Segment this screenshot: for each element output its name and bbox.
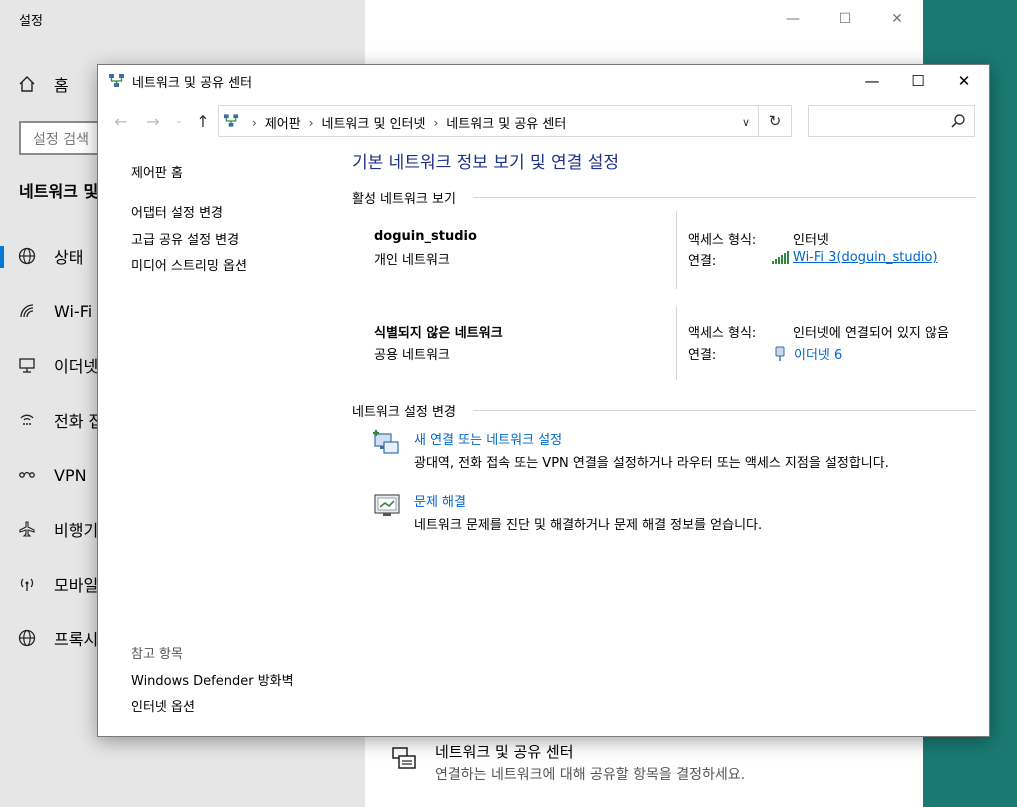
connection-link[interactable]: 이더넷 6 (774, 344, 842, 363)
nav-label: 상태 (54, 248, 84, 267)
ethernet-icon (0, 356, 54, 374)
new-connection-description: 광대역, 전화 접속 또는 VPN 연결을 설정하거나 라우터 또는 액세스 지… (414, 456, 889, 471)
forward-arrow-icon[interactable]: → (142, 109, 164, 133)
access-type-value: 인터넷 (793, 233, 829, 248)
media-streaming-options-link[interactable]: 미디어 스트리밍 옵션 (131, 255, 247, 274)
chevron-down-icon[interactable]: ∨ (735, 111, 757, 133)
control-panel-home-link[interactable]: 제어판 홈 (131, 162, 183, 181)
nav-label: VPN (54, 465, 87, 485)
maximize-icon[interactable]: ☐ (832, 6, 858, 32)
airplane-icon (0, 520, 54, 538)
proxy-globe-icon (0, 629, 54, 647)
bottom-item-title: 네트워크 및 공유 센터 (435, 743, 574, 761)
settings-section-title: 네트워크 및 (19, 182, 99, 201)
bottom-item-description: 연결하는 네트워크에 대해 공유할 항목을 결정하세요. (435, 767, 746, 783)
nav-label: 전화 접 (54, 412, 104, 431)
access-type-value: 인터넷에 연결되어 있지 않음 (793, 326, 949, 341)
nav-label: Wi-Fi (54, 301, 93, 321)
new-connection-link[interactable]: 새 연결 또는 네트워크 설정 (414, 429, 562, 448)
nav-label: 모바일 (54, 576, 99, 595)
nav-label: 프록시 (54, 630, 99, 649)
page-title: 기본 네트워크 정보 보기 및 연결 설정 (352, 153, 620, 173)
address-bar[interactable]: › 제어판 › 네트워크 및 인터넷 › 네트워크 및 공유 센터 ∨ ↻ (218, 105, 792, 137)
change-settings-heading: 네트워크 설정 변경 (352, 405, 456, 420)
divider (676, 211, 677, 289)
ethernet-plug-icon (774, 346, 786, 362)
active-networks-heading: 활성 네트워크 보기 (352, 192, 456, 207)
nav-label: 홈 (54, 76, 69, 95)
troubleshoot-link[interactable]: 문제 해결 (414, 491, 466, 510)
breadcrumb-control-panel[interactable]: 제어판 (265, 113, 301, 132)
network-icon (108, 73, 125, 89)
nav-label: 이더넷 (54, 357, 99, 376)
windows-defender-firewall-link[interactable]: Windows Defender 방화벽 (131, 670, 294, 689)
see-also-heading: 참고 항목 (131, 647, 183, 662)
minimize-icon[interactable]: — (780, 6, 806, 32)
refresh-icon[interactable]: ↻ (758, 106, 791, 136)
search-input[interactable] (808, 105, 975, 137)
nav-label: 비행기 (54, 521, 99, 540)
wifi-icon (0, 302, 54, 320)
divider (473, 410, 976, 411)
search-icon (950, 113, 966, 129)
chevron-right-icon: › (308, 115, 314, 130)
network-printer-icon (389, 744, 419, 774)
network-icon (223, 113, 239, 129)
network-name: 식별되지 않은 네트워크 (374, 326, 503, 341)
hotspot-icon (0, 575, 54, 593)
globe-icon (0, 247, 54, 265)
new-connection-icon (372, 428, 402, 458)
wifi-signal-icon (771, 250, 791, 265)
breadcrumb-network-sharing-center[interactable]: 네트워크 및 공유 센터 (446, 113, 566, 132)
window-title: 네트워크 및 공유 센터 (132, 76, 253, 91)
back-arrow-icon[interactable]: ← (110, 109, 132, 133)
troubleshoot-description: 네트워크 문제를 진단 및 해결하거나 문제 해결 정보를 얻습니다. (414, 518, 763, 533)
divider (473, 197, 976, 198)
connection-link[interactable]: Wi-Fi 3(doguin_studio) (771, 250, 938, 265)
minimize-icon[interactable]: — (849, 65, 895, 97)
network-name: doguin_studio (374, 229, 477, 244)
network-type: 공용 네트워크 (374, 348, 450, 363)
title-bar[interactable]: 네트워크 및 공유 센터 — ☐ ✕ (98, 65, 989, 97)
maximize-icon[interactable]: ☐ (895, 65, 941, 97)
connection-label: 연결: (688, 254, 717, 269)
access-type-label: 액세스 형식: (688, 233, 757, 248)
wifi-connection-name[interactable]: Wi-Fi 3(doguin_studio) (793, 250, 938, 265)
ethernet-connection-name[interactable]: 이더넷 6 (794, 344, 842, 363)
chevron-right-icon: › (252, 115, 257, 130)
troubleshoot-icon (372, 491, 402, 521)
close-icon[interactable]: ✕ (884, 6, 910, 32)
chevron-right-icon: › (433, 115, 439, 130)
dialup-icon (0, 411, 54, 429)
access-type-label: 액세스 형식: (688, 326, 757, 341)
change-adapter-settings-link[interactable]: 어댑터 설정 변경 (131, 202, 223, 221)
divider (676, 306, 677, 380)
close-icon[interactable]: ✕ (941, 65, 987, 97)
breadcrumb: › 제어판 › 네트워크 및 인터넷 › 네트워크 및 공유 센터 (244, 113, 566, 133)
home-icon (0, 75, 54, 93)
vpn-icon (0, 466, 54, 484)
network-type: 개인 네트워크 (374, 253, 450, 268)
breadcrumb-network-internet[interactable]: 네트워크 및 인터넷 (322, 113, 426, 132)
advanced-sharing-settings-link[interactable]: 고급 공유 설정 변경 (131, 229, 239, 248)
network-sharing-center-window: 네트워크 및 공유 센터 — ☐ ✕ ← → ⌄ ↑ › 제어판 › 네트워크 … (97, 64, 990, 737)
connection-label: 연결: (688, 348, 717, 363)
settings-link-network-sharing-center[interactable]: 네트워크 및 공유 센터 연결하는 네트워크에 대해 공유할 항목을 결정하세요… (365, 736, 923, 807)
recent-chevron-icon[interactable]: ⌄ (168, 109, 190, 133)
navigation-bar: ← → ⌄ ↑ › 제어판 › 네트워크 및 인터넷 › 네트워크 및 공유 센… (98, 103, 989, 139)
up-arrow-icon[interactable]: ↑ (192, 109, 214, 133)
internet-options-link[interactable]: 인터넷 옵션 (131, 696, 195, 715)
settings-title: 설정 (19, 14, 43, 29)
